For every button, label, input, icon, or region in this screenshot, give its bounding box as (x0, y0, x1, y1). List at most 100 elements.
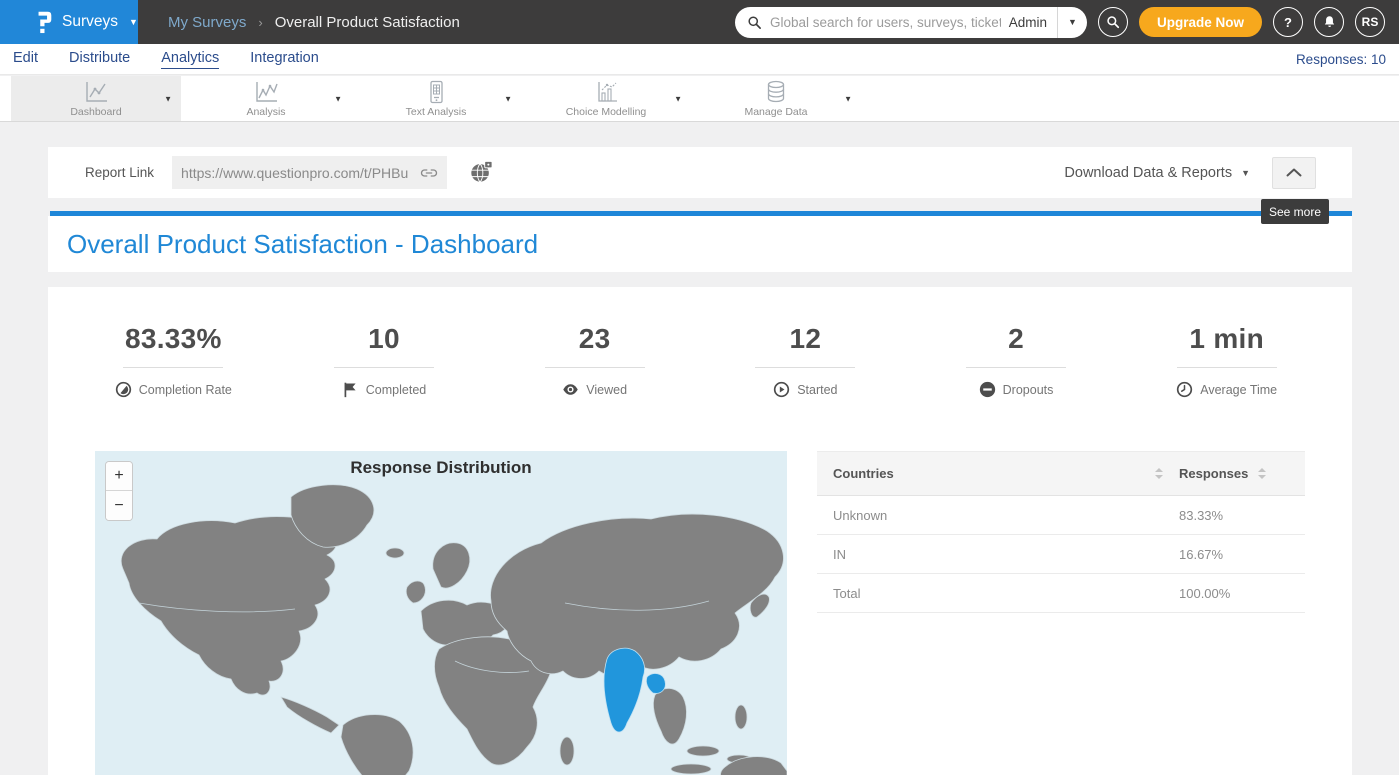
chevron-down-icon[interactable]: ▼ (674, 94, 682, 103)
question-mark-icon: ? (1284, 15, 1292, 30)
stat-value: 1 min (1121, 323, 1332, 355)
chevron-down-icon: ▼ (1241, 168, 1250, 178)
toolbar-item-label: Choice Modelling (566, 106, 647, 118)
questionpro-logo-icon (36, 10, 53, 34)
survey-nav: Edit Distribute Analytics Integration Re… (0, 44, 1399, 75)
text-analysis-icon (423, 80, 449, 104)
user-avatar[interactable]: RS (1355, 7, 1385, 37)
globe-lock-icon (469, 160, 493, 184)
chevron-down-icon: ▼ (129, 17, 138, 27)
stat-viewed: 23 Viewed (489, 323, 700, 398)
divider (966, 367, 1066, 368)
stat-started: 12 Started (700, 323, 911, 398)
divider (123, 367, 223, 368)
responses-cell: 100.00% (1179, 586, 1289, 601)
stat-value: 2 (911, 323, 1122, 355)
analytics-toolbar: Dashboard ▼ Analysis ▼ Text (0, 76, 1399, 122)
help-button[interactable]: ? (1273, 7, 1303, 37)
product-name: Surveys (62, 13, 118, 31)
minus-circle-icon (979, 381, 996, 398)
upgrade-now-button[interactable]: Upgrade Now (1139, 7, 1262, 37)
report-link-label: Report Link (85, 165, 154, 180)
column-header-responses[interactable]: Responses (1179, 466, 1289, 481)
public-dashboard-button[interactable] (468, 160, 494, 186)
tab-analytics[interactable]: Analytics (161, 50, 219, 69)
toolbar-item-analysis[interactable]: Analysis ▼ (181, 76, 351, 121)
countries-table: Countries Responses Unknown 83.33% IN 16… (817, 451, 1305, 613)
responses-cell: 16.67% (1179, 547, 1289, 562)
tab-distribute[interactable]: Distribute (69, 50, 130, 68)
stat-value: 12 (700, 323, 911, 355)
sort-icon (1155, 468, 1163, 479)
questionpro-dashboard-page: { "header": { "product": "Surveys", "bre… (0, 0, 1399, 775)
tab-integration[interactable]: Integration (250, 50, 319, 68)
see-more-toggle-button[interactable] (1272, 157, 1316, 189)
download-data-reports-dropdown[interactable]: Download Data & Reports ▼ (1064, 165, 1250, 181)
clock-icon (1176, 381, 1193, 398)
stat-label: Viewed (586, 383, 627, 397)
report-bar-actions: Download Data & Reports ▼ (1064, 157, 1316, 189)
chevron-down-icon[interactable]: ▼ (334, 94, 342, 103)
chevron-up-icon (1286, 168, 1302, 177)
sort-icon (1258, 468, 1266, 479)
toolbar-item-choice-modelling[interactable]: Choice Modelling ▼ (521, 76, 691, 121)
world-map[interactable] (95, 451, 787, 775)
stats-row: 83.33% Completion Rate 10 Completed (68, 323, 1332, 398)
table-row: Total 100.00% (817, 574, 1305, 613)
stat-completion-rate: 83.33% Completion Rate (68, 323, 279, 398)
breadcrumb-my-surveys[interactable]: My Surveys (168, 14, 246, 31)
toolbar-item-dashboard[interactable]: Dashboard ▼ (11, 76, 181, 121)
tab-edit[interactable]: Edit (13, 50, 38, 68)
dashboard-chart-icon (83, 80, 109, 104)
toolbar-item-label: Analysis (246, 106, 285, 118)
table-row: Unknown 83.33% (817, 496, 1305, 535)
responses-count: Responses: 10 (1296, 52, 1386, 67)
search-button[interactable] (1098, 7, 1128, 37)
stat-value: 23 (489, 323, 700, 355)
stat-label: Completed (366, 383, 426, 397)
page-title-card: Overall Product Satisfaction - Dashboard (48, 216, 1352, 272)
report-url-field[interactable]: https://www.questionpro.com/t/PHBu (172, 156, 447, 189)
stat-value: 10 (279, 323, 490, 355)
divider (334, 367, 434, 368)
stat-label: Started (797, 383, 837, 397)
chevron-down-icon[interactable]: ▼ (164, 94, 172, 103)
report-url: https://www.questionpro.com/t/PHBu (181, 165, 420, 181)
chevron-down-icon[interactable]: ▼ (504, 94, 512, 103)
response-distribution-map[interactable]: Response Distribution + − (95, 451, 787, 775)
link-icon (420, 164, 438, 182)
bell-icon (1322, 15, 1337, 30)
breadcrumb-current: Overall Product Satisfaction (275, 14, 460, 31)
map-title: Response Distribution (95, 458, 787, 478)
choice-modelling-icon (593, 80, 619, 104)
divider (1177, 367, 1277, 368)
analysis-chart-icon (253, 80, 279, 104)
search-icon (1106, 15, 1120, 29)
divider (545, 367, 645, 368)
eye-icon (562, 381, 579, 398)
divider (755, 367, 855, 368)
report-link-bar: Report Link https://www.questionpro.com/… (48, 147, 1352, 198)
product-switcher[interactable]: Surveys ▼ (0, 0, 138, 44)
stat-average-time: 1 min Average Time (1121, 323, 1332, 398)
stat-label: Dropouts (1003, 383, 1054, 397)
country-cell: Total (833, 586, 1179, 601)
play-circle-icon (773, 381, 790, 398)
dashboard-card: 83.33% Completion Rate 10 Completed (48, 287, 1352, 775)
notifications-button[interactable] (1314, 7, 1344, 37)
global-search-input[interactable] (762, 15, 1009, 30)
toolbar-item-text-analysis[interactable]: Text Analysis ▼ (351, 76, 521, 121)
search-scope-dropdown[interactable]: ▼ (1057, 7, 1087, 38)
flag-icon (342, 381, 359, 398)
search-icon (747, 15, 762, 30)
map-zoom-controls: + − (106, 462, 132, 520)
toolbar-item-manage-data[interactable]: Manage Data ▼ (691, 76, 861, 121)
map-zoom-in-button[interactable]: + (106, 462, 132, 491)
avatar-initials: RS (1362, 15, 1379, 29)
table-row: IN 16.67% (817, 535, 1305, 574)
download-data-reports-label: Download Data & Reports (1064, 165, 1232, 181)
map-zoom-out-button[interactable]: − (106, 491, 132, 520)
toolbar-item-label: Dashboard (70, 106, 121, 118)
chevron-down-icon[interactable]: ▼ (844, 94, 852, 103)
column-header-countries[interactable]: Countries (833, 466, 1179, 481)
